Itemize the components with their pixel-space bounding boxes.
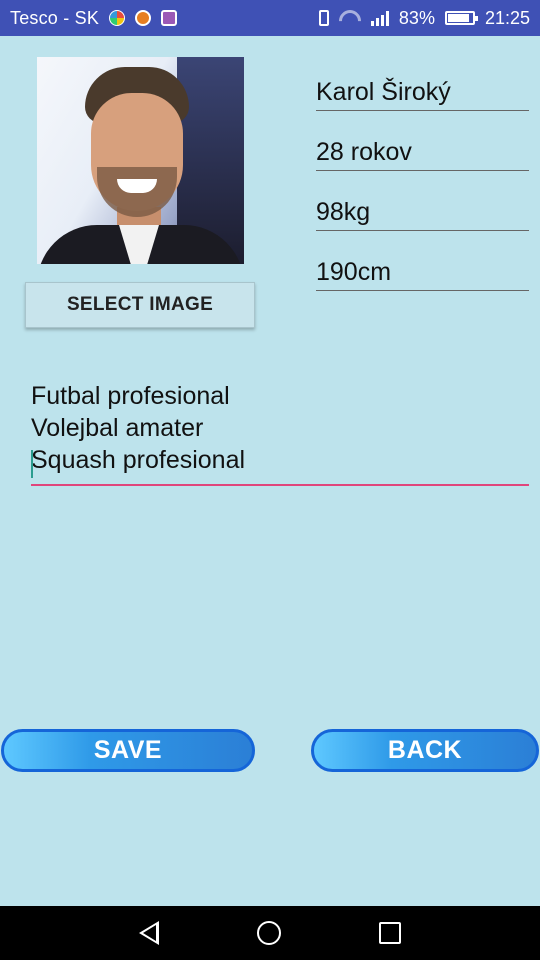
nav-home-icon[interactable] (257, 921, 281, 945)
save-button[interactable]: SAVE (1, 729, 255, 772)
navigation-bar (0, 906, 540, 960)
clock: 21:25 (484, 7, 530, 28)
battery-icon (444, 11, 478, 25)
hobby-line: Volejbal amater (31, 414, 204, 442)
text-cursor (31, 450, 33, 478)
battery-percent: 83% (398, 7, 435, 28)
mail-notification-icon (135, 10, 152, 26)
height-field[interactable]: 190cm (316, 255, 529, 291)
weight-value: 98kg (316, 198, 371, 226)
weight-field[interactable]: 98kg (316, 195, 529, 231)
signal-icon (370, 10, 389, 26)
carrier-name: Tesco - SK (10, 7, 100, 28)
status-bar: Tesco - SK 83% 21:25 (0, 0, 540, 36)
nav-recents-icon[interactable] (379, 922, 401, 944)
age-field[interactable]: 28 rokov (316, 135, 529, 171)
name-field[interactable]: Karol Široký (316, 75, 529, 111)
profile-photo (37, 57, 244, 264)
name-value: Karol Široký (316, 78, 451, 106)
gallery-notification-icon (161, 10, 178, 26)
nav-back-icon[interactable] (139, 921, 159, 945)
hobby-line: Squash profesional (31, 446, 246, 474)
notification-icons (109, 10, 178, 26)
vibrate-icon (318, 10, 329, 26)
age-value: 28 rokov (316, 138, 412, 166)
hobbies-textarea[interactable]: Futbal profesional Volejbal amater Squas… (31, 380, 529, 486)
hobby-line: Futbal profesional (31, 382, 230, 410)
select-image-button[interactable]: SELECT IMAGE (25, 282, 255, 328)
height-value: 190cm (316, 258, 392, 286)
wifi-icon (339, 10, 361, 26)
app-notification-icon (109, 10, 126, 26)
back-button[interactable]: BACK (311, 729, 539, 772)
status-indicators: 83% 21:25 (318, 7, 530, 29)
